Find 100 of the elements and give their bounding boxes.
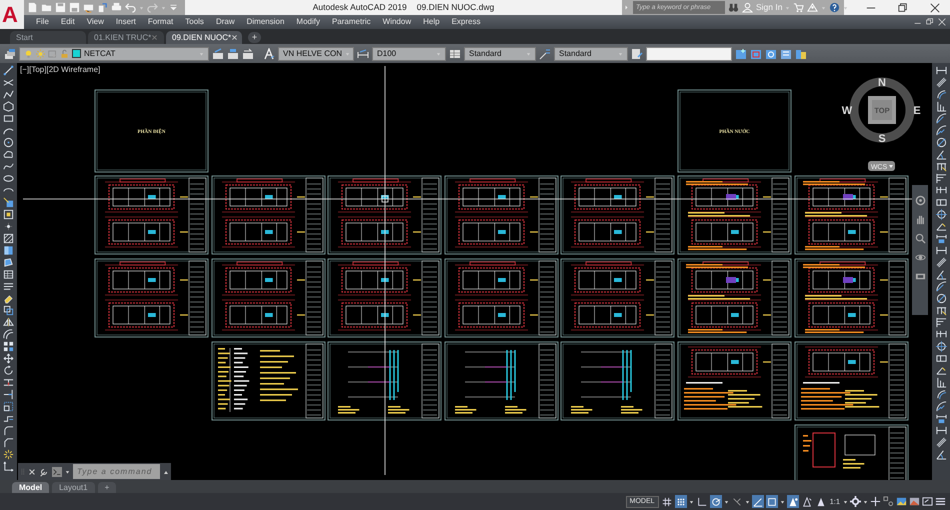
layout-tab[interactable]: Layout1 [52, 482, 95, 493]
menu-item[interactable]: Dimension [240, 18, 290, 26]
caret-icon[interactable] [843, 498, 848, 504]
hardware-acceleration-icon[interactable] [896, 496, 907, 507]
wrench-icon[interactable] [39, 466, 49, 476]
extend-icon[interactable] [3, 389, 14, 400]
arc-dimension-icon[interactable] [936, 89, 946, 100]
trim-icon[interactable] [3, 377, 14, 388]
ordinate-dimension-icon[interactable] [936, 377, 946, 388]
menu-item[interactable]: View [80, 18, 110, 26]
plot-icon[interactable] [83, 2, 94, 13]
circle-icon[interactable] [3, 137, 14, 148]
compass-label[interactable]: E [913, 105, 921, 117]
match-layer-icon[interactable] [227, 48, 239, 60]
multileader-style-icon[interactable] [539, 48, 551, 60]
text-style-icon[interactable] [263, 48, 275, 60]
menu-item[interactable]: Edit [54, 18, 81, 26]
array-icon[interactable] [3, 341, 14, 352]
rotate-icon[interactable] [3, 365, 14, 376]
arc-dimension-icon[interactable] [936, 389, 946, 400]
menu-item[interactable]: Tools [179, 18, 210, 26]
viewport-control[interactable]: [−] [20, 66, 30, 74]
gear-icon[interactable] [850, 496, 861, 507]
command-prompt-icon[interactable] [52, 466, 62, 476]
menu-item[interactable]: Parametric [326, 18, 377, 26]
compass-label[interactable]: S [878, 133, 886, 145]
dimension-style-icon[interactable] [936, 413, 946, 424]
restore-icon[interactable] [898, 2, 908, 12]
restore-icon[interactable] [926, 18, 934, 26]
menu-item[interactable]: File [30, 18, 55, 26]
isolate-objects-icon[interactable] [883, 496, 894, 507]
block-library-icon[interactable] [795, 48, 807, 60]
menu-icon[interactable] [935, 496, 946, 507]
orbit-icon[interactable] [914, 252, 926, 263]
jogged-dimension-icon[interactable] [936, 401, 946, 412]
line-icon[interactable] [3, 65, 14, 76]
chamfer-icon[interactable] [3, 437, 14, 448]
table-icon[interactable] [3, 269, 14, 280]
hatch-icon[interactable] [3, 233, 14, 244]
linear-dimension-icon[interactable] [936, 65, 946, 76]
picture-icon[interactable] [909, 496, 920, 507]
close-icon[interactable] [930, 2, 940, 12]
viewport-control[interactable]: [Top] [29, 66, 46, 74]
polar-toggle[interactable] [710, 495, 722, 508]
menu-item[interactable]: Draw [210, 18, 241, 26]
input-field[interactable] [646, 46, 732, 60]
dimension-edit-icon[interactable] [936, 221, 946, 232]
compass-label[interactable]: W [842, 105, 852, 117]
gradient-icon[interactable] [3, 245, 14, 256]
quick-dimension-icon[interactable] [936, 305, 946, 316]
region-icon[interactable] [3, 257, 14, 268]
offset-icon[interactable] [3, 329, 14, 340]
ortho-toggle[interactable] [696, 495, 708, 508]
ucs-icon[interactable] [3, 461, 14, 472]
ellipse-icon[interactable] [3, 173, 14, 184]
layer-properties-icon[interactable] [4, 48, 16, 60]
aligned-dimension-icon[interactable] [936, 437, 946, 448]
clean-screen-icon[interactable] [922, 496, 933, 507]
new-tab-button[interactable]: + [248, 32, 261, 43]
compass-label[interactable]: N [878, 77, 886, 89]
baseline-dimension-icon[interactable] [936, 173, 946, 184]
dimension-style-dropdown[interactable]: D100 [372, 46, 446, 60]
dimension-style-icon[interactable] [936, 233, 946, 244]
spline-icon[interactable] [3, 161, 14, 172]
new-layout-button[interactable]: + [98, 482, 116, 493]
menu-item[interactable]: Insert [110, 18, 142, 26]
previous-layer-icon[interactable] [242, 48, 254, 60]
share-icon[interactable] [97, 2, 108, 13]
viewport-control[interactable]: [2D Wireframe] [46, 66, 100, 74]
help-icon[interactable] [829, 2, 840, 13]
polygon-icon[interactable] [3, 101, 14, 112]
file-tab[interactable]: 09.DIEN NUOC* [166, 31, 242, 44]
rectangle-icon[interactable] [3, 113, 14, 124]
eraser-icon[interactable] [3, 293, 14, 304]
aligned-dimension-icon[interactable] [936, 257, 946, 268]
baseline-dimension-icon[interactable] [936, 317, 946, 328]
aligned-dimension-icon[interactable] [936, 77, 946, 88]
diameter-dimension-icon[interactable] [936, 137, 946, 148]
radius-dimension-icon[interactable] [936, 113, 946, 124]
fillet-icon[interactable] [3, 425, 14, 436]
block-close-icon[interactable] [780, 48, 792, 60]
cloud-icon[interactable] [3, 149, 14, 160]
text-lines-icon[interactable] [3, 281, 14, 292]
stretch-icon[interactable] [3, 413, 14, 424]
menu-item[interactable]: Format [142, 18, 180, 26]
block-edit-icon[interactable] [735, 48, 747, 60]
copy-icon[interactable] [3, 305, 14, 316]
linear-dimension-icon[interactable] [936, 425, 946, 436]
binoculars-icon[interactable] [728, 2, 739, 13]
table-style-dropdown[interactable]: Standard [464, 46, 536, 60]
snap-toggle[interactable] [674, 495, 687, 508]
multileader-style-dropdown[interactable]: Standard [554, 46, 628, 60]
file-tab[interactable]: 01.KIEN TRUC* [88, 31, 164, 44]
move-icon[interactable] [3, 353, 14, 364]
mirror-icon[interactable] [3, 317, 14, 328]
caret-icon[interactable] [65, 468, 70, 474]
polyline-icon[interactable] [3, 89, 14, 100]
diameter-dimension-icon[interactable] [936, 293, 946, 304]
dimension-style-icon[interactable] [357, 48, 369, 60]
ordinate-dimension-icon[interactable] [936, 101, 946, 112]
